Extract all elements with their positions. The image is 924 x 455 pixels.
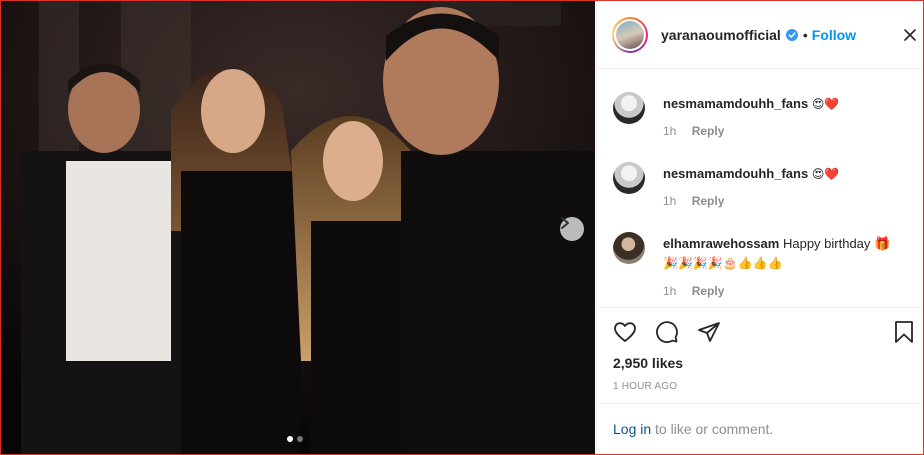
comment-body: nesmamamdouhh_fans 😍❤️ xyxy=(663,164,913,184)
comment-username[interactable]: nesmamamdouhh_fans xyxy=(663,166,808,181)
post-actions: 2,950 likes 1 HOUR AGO xyxy=(597,307,923,403)
post-photo[interactable] xyxy=(1,1,595,454)
comment-body: elhamrawehossam Happy birthday 🎁 🎉🎉🎉🎉🎂👍👍… xyxy=(663,234,913,273)
chevron-right-icon xyxy=(561,217,569,229)
carousel-dot-active xyxy=(287,436,293,442)
comment-username[interactable]: elhamrawehossam xyxy=(663,236,779,251)
comment-text: 😍❤️ xyxy=(811,97,840,111)
post-header: yaranaoumofficial • Follow xyxy=(597,1,923,69)
bookmark-icon[interactable] xyxy=(892,320,916,344)
next-photo-button[interactable] xyxy=(560,217,584,241)
profile-avatar[interactable] xyxy=(612,16,648,53)
commenter-avatar[interactable] xyxy=(613,92,645,124)
avatar-image xyxy=(616,20,644,49)
commenter-avatar[interactable] xyxy=(613,232,645,264)
post-modal: yaranaoumofficial • Follow nesmamamdouhh… xyxy=(0,0,924,455)
photo-illustration xyxy=(1,1,595,454)
reply-button[interactable]: Reply xyxy=(692,194,725,208)
action-buttons xyxy=(613,320,721,344)
comment-text: 😍❤️ xyxy=(811,167,840,181)
reply-button[interactable]: Reply xyxy=(692,284,725,298)
verified-badge-icon xyxy=(785,28,798,41)
avatar-border xyxy=(614,18,646,51)
login-link[interactable]: Log in xyxy=(613,421,651,437)
comment-time: 1h xyxy=(663,194,677,208)
comment-icon[interactable] xyxy=(655,320,679,344)
comment-username[interactable]: nesmamamdouhh_fans xyxy=(663,96,808,111)
carousel-dot xyxy=(297,436,303,442)
heart-icon[interactable] xyxy=(613,320,637,344)
likes-count[interactable]: 2,950 likes xyxy=(613,355,683,371)
share-icon[interactable] xyxy=(697,320,721,344)
post-timestamp: 1 HOUR AGO xyxy=(613,381,678,392)
comment-item: nesmamamdouhh_fans 😍❤️ 1h Reply xyxy=(613,162,913,212)
comment-time: 1h xyxy=(663,124,677,138)
comment-body: nesmamamdouhh_fans 😍❤️ xyxy=(663,94,913,114)
close-icon[interactable] xyxy=(902,27,918,43)
comment-item: elhamrawehossam Happy birthday 🎁 🎉🎉🎉🎉🎂👍👍… xyxy=(613,232,913,302)
comment-meta: 1h Reply xyxy=(663,284,736,298)
header-separator: • xyxy=(802,26,808,43)
commenter-avatar[interactable] xyxy=(613,162,645,194)
comments-list: nesmamamdouhh_fans 😍❤️ 1h Reply nesmamam… xyxy=(597,70,923,306)
post-username[interactable]: yaranaoumofficial xyxy=(661,27,781,43)
comment-text: Happy birthday 🎁 xyxy=(782,236,891,251)
login-prompt-text: to like or comment. xyxy=(651,421,774,437)
comment-time: 1h xyxy=(663,284,677,298)
carousel-indicator xyxy=(287,436,303,442)
post-side-panel: yaranaoumofficial • Follow nesmamamdouhh… xyxy=(596,1,923,454)
login-prompt: Log in to like or comment. xyxy=(597,403,923,454)
reply-button[interactable]: Reply xyxy=(692,124,725,138)
comment-meta: 1h Reply xyxy=(663,124,736,138)
comment-meta: 1h Reply xyxy=(663,194,736,208)
comment-text-emojis: 🎉🎉🎉🎉🎂👍👍👍 xyxy=(663,256,783,270)
comment-item: nesmamamdouhh_fans 😍❤️ 1h Reply xyxy=(613,92,913,142)
follow-button[interactable]: Follow xyxy=(812,27,856,43)
